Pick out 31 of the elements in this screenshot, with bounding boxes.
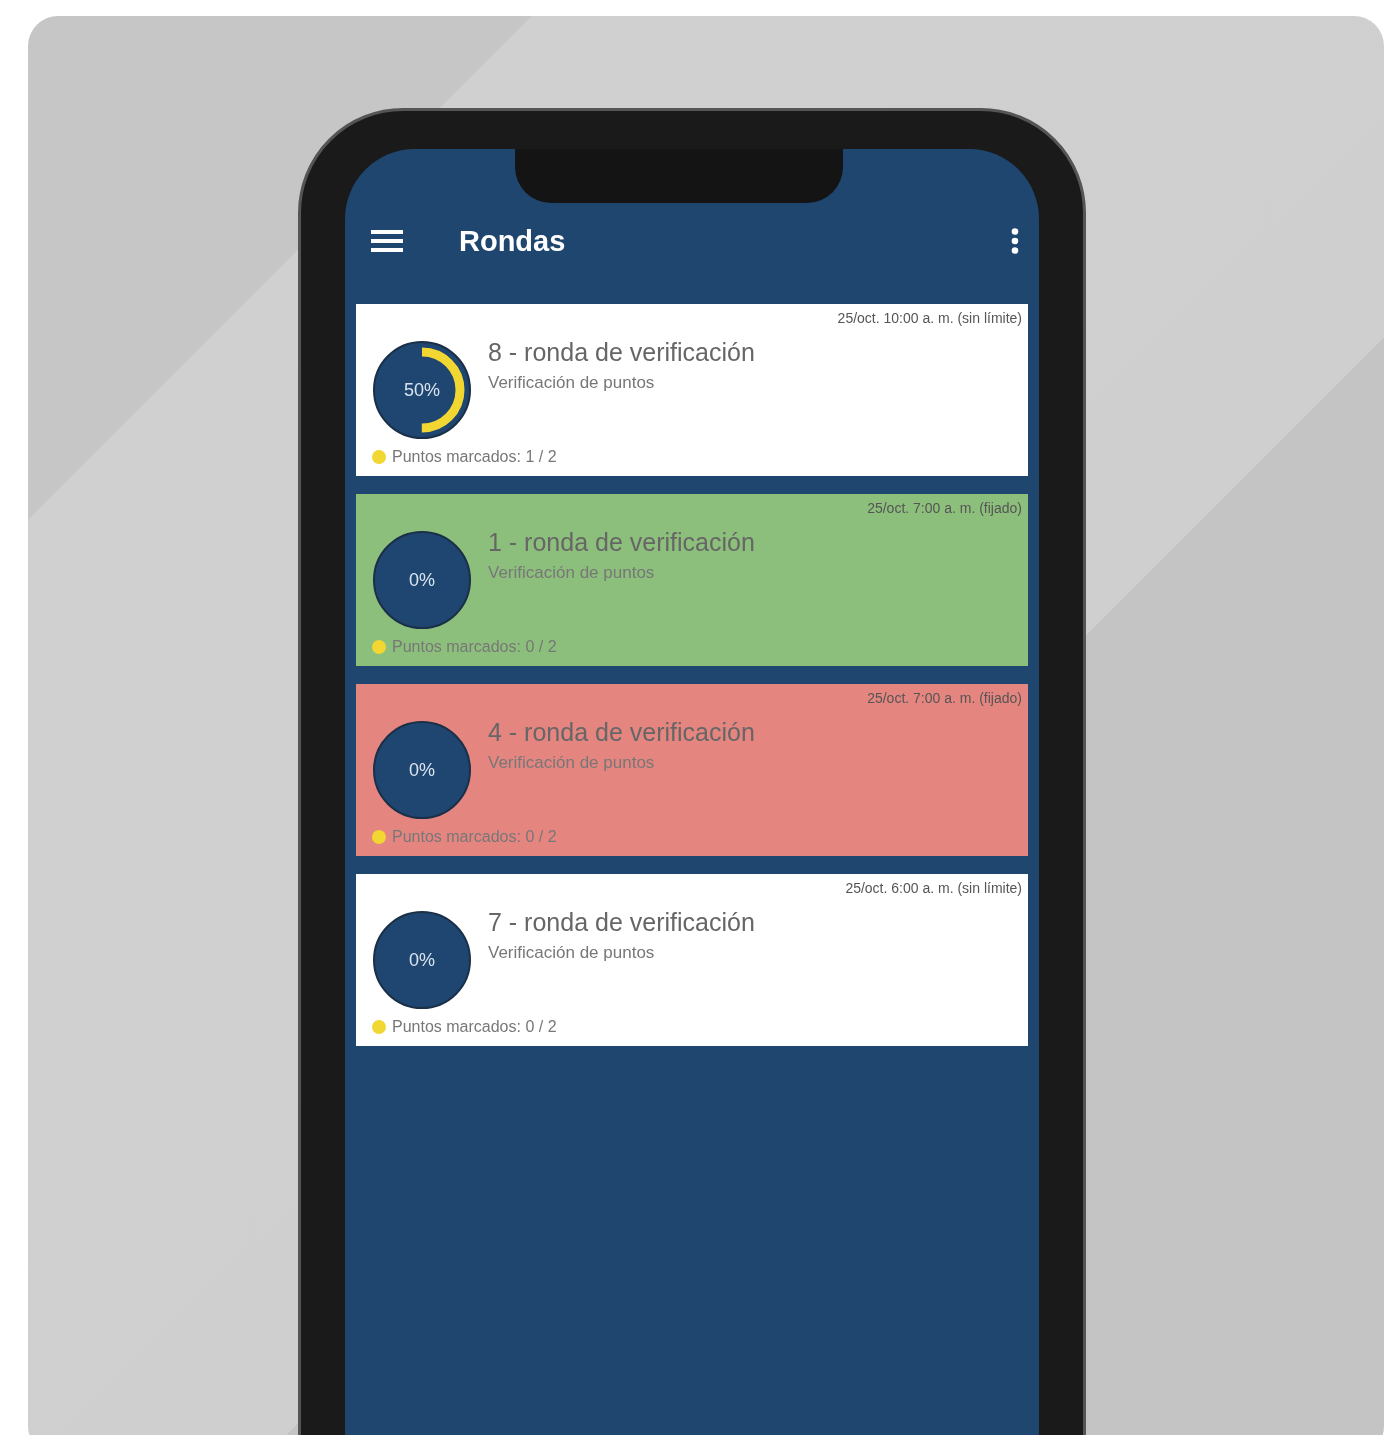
round-subtitle: Verificación de puntos bbox=[488, 373, 656, 393]
app-title: Rondas bbox=[459, 224, 567, 258]
round-subtitle: Verificación de puntos bbox=[488, 563, 656, 583]
points-marked: Puntos marcados: 0 / 2 bbox=[392, 828, 557, 846]
status-dot-icon bbox=[372, 830, 386, 844]
menu-icon[interactable] bbox=[371, 229, 403, 253]
progress-ring: 0% bbox=[372, 910, 472, 1010]
points-marked: Puntos marcados: 0 / 2 bbox=[392, 1018, 557, 1036]
round-card[interactable]: 25/oct. 10:00 a. m. (sin límite) 50% 8 - ronda de verificación Verificación de puntos Puntos marcados: 1 / 2 bbox=[356, 304, 1028, 476]
round-title: 7 - ronda de verificación bbox=[488, 908, 756, 937]
round-date: 25/oct. 7:00 a. m. (fijado) bbox=[867, 499, 1022, 518]
round-date: 25/oct. 6:00 a. m. (sin límite) bbox=[845, 879, 1022, 898]
points-marked: Puntos marcados: 1 / 2 bbox=[392, 448, 557, 466]
round-card[interactable]: 25/oct. 7:00 a. m. (fijado) 0% 1 - ronda de verificación Verificación de puntos Puntos marcados: 0 / 2 bbox=[356, 494, 1028, 666]
status-dot-icon bbox=[372, 640, 386, 654]
more-options-icon[interactable] bbox=[1011, 228, 1019, 254]
round-subtitle: Verificación de puntos bbox=[488, 943, 656, 963]
round-title: 8 - ronda de verificación bbox=[488, 338, 756, 367]
progress-ring: 0% bbox=[372, 720, 472, 820]
round-subtitle: Verificación de puntos bbox=[488, 753, 656, 773]
status-dot-icon bbox=[372, 1020, 386, 1034]
status-dot-icon bbox=[372, 450, 386, 464]
points-marked: Puntos marcados: 0 / 2 bbox=[392, 638, 557, 656]
round-date: 25/oct. 7:00 a. m. (fijado) bbox=[867, 689, 1022, 708]
round-title: 4 - ronda de verificación bbox=[488, 718, 756, 747]
progress-ring: 0% bbox=[372, 530, 472, 630]
round-card[interactable]: 25/oct. 7:00 a. m. (fijado) 0% 4 - ronda de verificación Verificación de puntos Puntos marcados: 0 / 2 bbox=[356, 684, 1028, 856]
round-date: 25/oct. 10:00 a. m. (sin límite) bbox=[837, 309, 1022, 328]
round-card[interactable]: 25/oct. 6:00 a. m. (sin límite) 0% 7 - ronda de verificación Verificación de puntos Puntos marcados: 0 / 2 bbox=[356, 874, 1028, 1046]
round-title: 1 - ronda de verificación bbox=[488, 528, 756, 557]
progress-ring: 50% bbox=[372, 340, 472, 440]
